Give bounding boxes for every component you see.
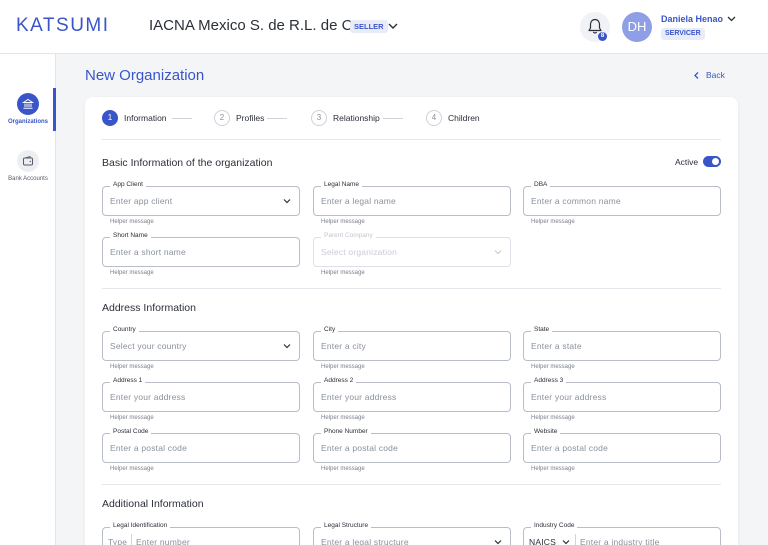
chevron-down-icon[interactable] <box>282 341 292 351</box>
field-placeholder: Enter app client <box>110 196 173 206</box>
form-card: 1 Information 2 Profiles 3 Relationship … <box>85 97 738 545</box>
field-separator <box>131 534 132 545</box>
field-placeholder: Enter your address <box>110 392 186 402</box>
field-separator <box>575 534 576 545</box>
toggle-knob <box>712 158 719 165</box>
field-placeholder: Enter a postal code <box>321 443 399 453</box>
page-title: New Organization <box>85 67 205 84</box>
field-placeholder: Enter number <box>136 537 190 545</box>
field-label: Phone Number <box>321 428 371 435</box>
helper-text: Helper message <box>110 270 154 276</box>
active-toggle[interactable] <box>703 156 721 167</box>
field-placeholder: Enter a city <box>321 341 366 351</box>
field-label: Parent Company <box>321 232 376 239</box>
field-label: State <box>531 326 553 333</box>
notification-count-badge: 8 <box>598 32 607 41</box>
top-bar: KATSUMI IACNA Mexico S. de R.L. de C.V. … <box>0 0 768 54</box>
company-role-badge: SELLER <box>350 20 388 33</box>
field-label: Country <box>110 326 139 333</box>
field-placeholder: Enter a postal code <box>531 443 609 453</box>
sidebar-item-bank-accounts[interactable]: Bank Accounts <box>0 150 56 182</box>
helper-text: Helper message <box>110 219 154 225</box>
user-role-badge: SERVICER <box>661 28 705 40</box>
helper-text: Helper message <box>321 466 365 472</box>
active-toggle-label: Active <box>675 157 699 167</box>
step-label: Profiles <box>236 113 265 123</box>
notifications-button[interactable]: 8 <box>580 12 610 42</box>
helper-text: Helper message <box>110 364 154 370</box>
chevron-down-icon[interactable] <box>386 19 400 33</box>
field-label: Website <box>531 428 561 435</box>
app-logo[interactable]: KATSUMI <box>16 15 110 37</box>
wallet-icon <box>23 155 33 166</box>
helper-text: Helper message <box>531 219 575 225</box>
step-number: 2 <box>214 110 230 126</box>
helper-text: Helper message <box>110 466 154 472</box>
field-label: Postal Code <box>110 428 152 435</box>
step-label: Information <box>124 113 167 123</box>
section-title-address: Address Information <box>102 302 196 314</box>
back-button[interactable]: Back <box>706 70 725 80</box>
helper-text: Helper message <box>321 364 365 370</box>
chevron-down-icon <box>494 250 502 255</box>
field-label: Short Name <box>110 232 151 239</box>
helper-text: Helper message <box>110 415 154 421</box>
step-label: Relationship <box>333 113 380 123</box>
helper-text: Helper message <box>531 415 575 421</box>
field-placeholder: Enter your address <box>531 392 607 402</box>
field-placeholder: Select organization <box>321 247 398 257</box>
field-label: Address 3 <box>531 377 567 384</box>
section-title-additional: Additional Information <box>102 498 204 510</box>
field-placeholder: Enter a industry title <box>580 537 660 545</box>
chevron-down-icon[interactable] <box>561 537 571 545</box>
divider <box>102 139 721 140</box>
field-placeholder: Enter a legal structure <box>321 537 409 545</box>
helper-text: Helper message <box>321 219 365 225</box>
sidebar-item-organizations[interactable]: Organizations <box>0 93 56 125</box>
step-label: Children <box>448 113 480 123</box>
industry-code-type-value[interactable]: NAICS <box>529 537 556 545</box>
chevron-down-icon[interactable] <box>725 12 738 25</box>
company-name[interactable]: IACNA Mexico S. de R.L. de C.V. <box>149 17 369 34</box>
avatar[interactable]: DH <box>622 12 652 42</box>
field-label: Address 1 <box>110 377 146 384</box>
field-label: App Client <box>110 181 146 188</box>
field-placeholder: Enter a common name <box>531 196 621 206</box>
helper-text: Helper message <box>531 364 575 370</box>
section-title-basic: Basic Information of the organization <box>102 157 273 169</box>
field-label: Industry Code <box>531 522 578 529</box>
field-placeholder: Enter a state <box>531 341 582 351</box>
field-placeholder: Select your country <box>110 341 187 351</box>
field-placeholder: Enter a postal code <box>110 443 188 453</box>
step-number: 3 <box>311 110 327 126</box>
field-label: DBA <box>531 181 551 188</box>
field-placeholder: Enter a short name <box>110 247 186 257</box>
id-type-placeholder[interactable]: Type <box>108 537 127 545</box>
step-number: 4 <box>426 110 442 126</box>
field-label: Legal Identification <box>110 522 171 529</box>
chevron-down-icon[interactable] <box>493 537 503 545</box>
helper-text: Helper message <box>531 466 575 472</box>
chevron-down-icon[interactable] <box>282 196 292 206</box>
bank-icon <box>22 98 34 109</box>
field-placeholder: Enter your address <box>321 392 397 402</box>
field-placeholder: Enter a legal name <box>321 196 396 206</box>
sidebar-item-label: Organizations <box>7 119 48 125</box>
sidebar: Organizations Bank Accounts <box>0 54 56 545</box>
field-label: Legal Name <box>321 181 363 188</box>
step-connector <box>172 118 192 119</box>
step-connector <box>267 118 287 119</box>
chevron-left-icon[interactable] <box>692 71 701 80</box>
step-number: 1 <box>102 110 118 126</box>
user-name[interactable]: Daniela Henao <box>661 14 723 24</box>
divider <box>102 484 721 485</box>
field-label: Address 2 <box>321 377 357 384</box>
step-connector <box>383 118 403 119</box>
sidebar-item-label: Bank Accounts <box>8 176 48 182</box>
helper-text: Helper message <box>321 415 365 421</box>
field-label: City <box>321 326 339 333</box>
divider <box>102 288 721 289</box>
helper-text: Helper message <box>321 270 365 276</box>
field-label: Legal Structure <box>321 522 372 529</box>
